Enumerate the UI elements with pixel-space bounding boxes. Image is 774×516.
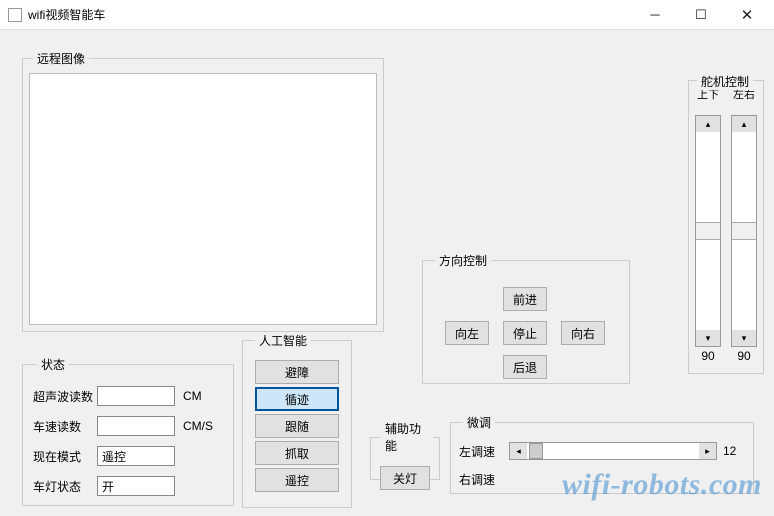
stop-button[interactable]: 停止 — [503, 321, 547, 345]
finetune-group: 微调 左调速 ◂ ▸ 12 右调速 ◂ ▸ — [450, 414, 754, 494]
client-area: 远程图像 状态 超声波读数 CM 车速读数 CM/S 现在模式 车灯状态 人工智… — [0, 30, 774, 516]
finetune-left-scroll[interactable]: ◂ ▸ — [509, 442, 717, 460]
left-button[interactable]: 向左 — [445, 321, 489, 345]
status-group: 状态 超声波读数 CM 车速读数 CM/S 现在模式 车灯状态 — [22, 356, 234, 506]
ai-group: 人工智能 避障 循迹 跟随 抓取 遥控 — [242, 332, 352, 508]
ultrasonic-unit: CM — [183, 389, 202, 403]
maximize-button[interactable]: ☐ — [678, 0, 724, 30]
direction-group: 方向控制 前进 向左 停止 向右 后退 — [422, 252, 630, 384]
servo-horizontal-thumb[interactable] — [732, 222, 756, 240]
finetune-legend: 微调 — [463, 414, 495, 431]
video-group: 远程图像 — [22, 50, 384, 332]
forward-button[interactable]: 前进 — [503, 287, 547, 311]
video-canvas — [29, 73, 377, 325]
status-row-mode: 现在模式 — [33, 441, 223, 471]
arrow-up-icon[interactable]: ▴ — [732, 116, 756, 132]
ultrasonic-input[interactable] — [97, 386, 175, 406]
arrow-down-icon[interactable]: ▾ — [696, 330, 720, 346]
grab-button[interactable]: 抓取 — [255, 441, 339, 465]
app-icon — [8, 8, 22, 22]
mode-label: 现在模式 — [33, 448, 97, 465]
finetune-right-label: 右调速 — [459, 471, 503, 488]
speed-input[interactable] — [97, 416, 175, 436]
servo-col-horizontal: 左右 ▴ ▾ 90 — [729, 89, 759, 365]
follow-button[interactable]: 跟随 — [255, 414, 339, 438]
servo-group: 舵机控制 上下 ▴ ▾ 90 左右 ▴ — [688, 80, 764, 374]
servo-vertical-track[interactable] — [696, 132, 720, 330]
video-legend: 远程图像 — [33, 50, 89, 67]
servo-col-vertical: 上下 ▴ ▾ 90 — [693, 89, 723, 365]
back-button[interactable]: 后退 — [503, 355, 547, 379]
servo-horizontal-value: 90 — [737, 347, 750, 365]
minimize-button[interactable]: ─ — [632, 0, 678, 30]
servo-vertical-value: 90 — [701, 347, 714, 365]
close-button[interactable]: ✕ — [724, 0, 770, 30]
arrow-right-icon[interactable]: ▸ — [699, 443, 716, 459]
ai-legend: 人工智能 — [255, 332, 311, 349]
status-row-ultrasonic: 超声波读数 CM — [33, 381, 223, 411]
direction-legend: 方向控制 — [435, 252, 491, 269]
speed-unit: CM/S — [183, 419, 213, 433]
avoid-button[interactable]: 避障 — [255, 360, 339, 384]
trace-button[interactable]: 循迹 — [255, 387, 339, 411]
status-legend: 状态 — [37, 356, 69, 373]
finetune-left-value: 12 — [723, 444, 745, 458]
servo-horizontal-label: 左右 — [733, 89, 755, 115]
light-label: 车灯状态 — [33, 478, 97, 495]
speed-label: 车速读数 — [33, 418, 97, 435]
arrow-up-icon[interactable]: ▴ — [696, 116, 720, 132]
mode-input[interactable] — [97, 446, 175, 466]
status-row-speed: 车速读数 CM/S — [33, 411, 223, 441]
arrow-down-icon[interactable]: ▾ — [732, 330, 756, 346]
finetune-left-track[interactable] — [527, 443, 699, 459]
servo-vertical-label: 上下 — [697, 89, 719, 115]
remote-button[interactable]: 遥控 — [255, 468, 339, 492]
light-input[interactable] — [97, 476, 175, 496]
servo-vertical-thumb[interactable] — [696, 222, 720, 240]
window-title: wifi视频智能车 — [28, 6, 632, 23]
servo-legend: 舵机控制 — [697, 73, 753, 90]
titlebar: wifi视频智能车 ─ ☐ ✕ — [0, 0, 774, 30]
status-row-light: 车灯状态 — [33, 471, 223, 501]
ultrasonic-label: 超声波读数 — [33, 388, 97, 405]
arrow-left-icon[interactable]: ◂ — [510, 443, 527, 459]
finetune-left-label: 左调速 — [459, 443, 503, 460]
aux-legend: 辅助功能 — [381, 420, 433, 454]
servo-horizontal-track[interactable] — [732, 132, 756, 330]
light-off-button[interactable]: 关灯 — [380, 466, 430, 490]
right-button[interactable]: 向右 — [561, 321, 605, 345]
finetune-left-thumb[interactable] — [529, 443, 543, 459]
aux-group: 辅助功能 关灯 — [370, 420, 440, 480]
servo-vertical-scroll[interactable]: ▴ ▾ — [695, 115, 721, 347]
finetune-right-row: 右调速 ◂ ▸ — [459, 465, 745, 493]
servo-horizontal-scroll[interactable]: ▴ ▾ — [731, 115, 757, 347]
finetune-left-row: 左调速 ◂ ▸ 12 — [459, 437, 745, 465]
